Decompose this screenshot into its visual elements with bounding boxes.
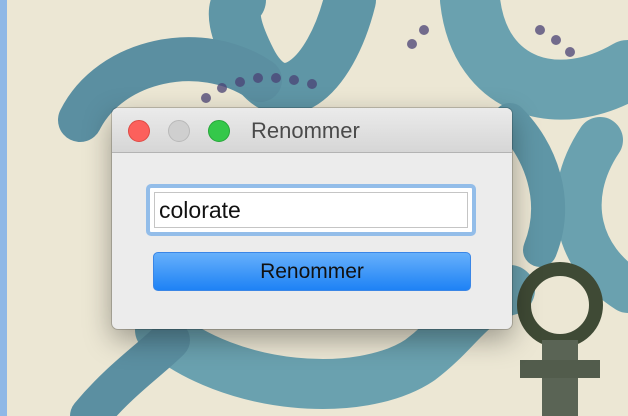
title-bar[interactable]: Renommer bbox=[112, 108, 512, 153]
name-input[interactable] bbox=[154, 192, 468, 228]
minimize-window-icon[interactable] bbox=[168, 120, 190, 142]
rename-button[interactable]: Renommer bbox=[153, 252, 471, 291]
dialog-title: Renommer bbox=[251, 118, 360, 143]
rename-dialog: Renommer Renommer bbox=[112, 108, 512, 329]
name-field-focus-ring bbox=[146, 184, 476, 236]
rename-button-label: Renommer bbox=[260, 259, 364, 283]
screen-edge-strip bbox=[0, 0, 7, 416]
zoom-window-icon[interactable] bbox=[208, 120, 230, 142]
close-window-icon[interactable] bbox=[128, 120, 150, 142]
